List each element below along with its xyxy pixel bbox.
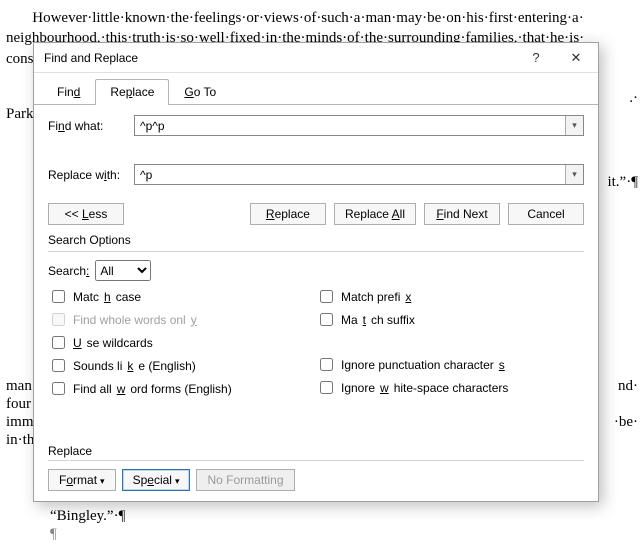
format-button[interactable]: Format▾	[48, 469, 116, 491]
special-button[interactable]: Special▾	[122, 469, 191, 491]
doc-frag: nd·	[618, 376, 638, 396]
less-button[interactable]: << Less	[48, 203, 124, 225]
tab-find[interactable]: Find	[42, 79, 95, 104]
word-forms-checkbox[interactable]: Find all word forms (English)	[48, 379, 316, 398]
doc-frag: in·th	[6, 430, 34, 450]
close-button[interactable]: ✕	[556, 44, 596, 72]
tab-goto[interactable]: Go To	[169, 79, 231, 104]
dialog-title: Find and Replace	[44, 51, 516, 65]
find-what-combo[interactable]: ▾	[134, 115, 584, 136]
find-replace-dialog: Find and Replace ? ✕ Find Replace Go To …	[33, 42, 599, 502]
replace-all-button[interactable]: Replace All	[334, 203, 416, 225]
match-case-checkbox[interactable]: Match case	[48, 287, 316, 306]
doc-frag: .·	[629, 88, 638, 108]
match-prefix-checkbox[interactable]: Match prefix	[316, 287, 584, 306]
caret-down-icon: ▾	[175, 476, 180, 486]
match-suffix-checkbox[interactable]: Match suffix	[316, 310, 584, 329]
tabs: Find Replace Go To	[34, 73, 598, 105]
find-next-button[interactable]: Find Next	[424, 203, 500, 225]
doc-frag: it.”·¶	[607, 172, 638, 192]
ignore-punct-checkbox[interactable]: Ignore punctuation characters	[316, 355, 584, 374]
sounds-like-checkbox[interactable]: Sounds like (English)	[48, 356, 316, 375]
search-direction-select[interactable]: All	[95, 260, 151, 281]
help-icon: ?	[532, 50, 539, 65]
search-direction-label: Search:	[48, 264, 89, 278]
doc-frag: “Bingley.”·¶	[50, 506, 125, 526]
wildcards-checkbox[interactable]: Use wildcards	[48, 333, 316, 352]
ignore-whitespace-checkbox[interactable]: Ignore white-space characters	[316, 378, 584, 397]
pilcrow: ¶	[50, 524, 57, 544]
doc-line: However·little·known·the·feelings·or·vie…	[6, 8, 638, 28]
replace-group-label: Replace	[48, 444, 584, 458]
help-button[interactable]: ?	[516, 44, 556, 72]
cancel-button[interactable]: Cancel	[508, 203, 584, 225]
doc-frag: Park	[6, 104, 34, 124]
divider	[48, 460, 584, 461]
whole-words-checkbox: Find whole words only	[48, 310, 316, 329]
no-formatting-button: No Formatting	[196, 469, 294, 491]
divider	[48, 251, 584, 252]
replace-with-combo[interactable]: ▾	[134, 164, 584, 185]
replace-button[interactable]: Replace	[250, 203, 326, 225]
find-what-input[interactable]	[135, 116, 565, 135]
chevron-down-icon[interactable]: ▾	[565, 165, 583, 184]
doc-frag: ·be·	[614, 412, 638, 432]
caret-down-icon: ▾	[100, 476, 105, 486]
replace-with-input[interactable]	[135, 165, 565, 184]
search-options-label: Search Options	[48, 233, 584, 247]
tab-replace[interactable]: Replace	[95, 79, 169, 104]
replace-with-label: Replace with:	[48, 168, 134, 182]
find-what-label: Find what:	[48, 119, 134, 133]
close-icon: ✕	[571, 50, 582, 66]
chevron-down-icon[interactable]: ▾	[565, 116, 583, 135]
titlebar: Find and Replace ? ✕	[34, 43, 598, 73]
